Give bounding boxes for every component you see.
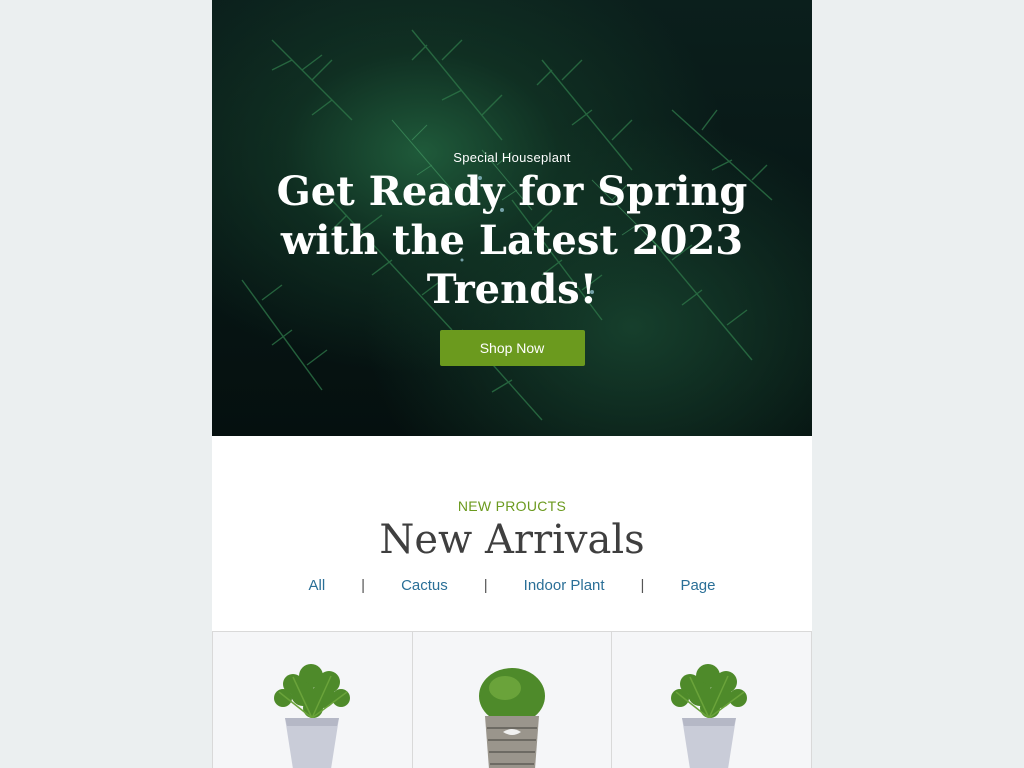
new-arrivals-section: NEW PROUCTS New Arrivals All | Cactus | … bbox=[212, 436, 812, 631]
product-card[interactable] bbox=[611, 632, 812, 768]
filter-separator: | bbox=[640, 577, 645, 594]
potted-plant-white-pot-icon bbox=[274, 664, 350, 768]
product-card[interactable] bbox=[212, 632, 412, 768]
product-card[interactable] bbox=[411, 632, 612, 768]
filter-separator: | bbox=[361, 577, 366, 594]
hero-content: Special Houseplant Get Ready for Spring … bbox=[212, 150, 812, 366]
hero-eyebrow: Special Houseplant bbox=[453, 150, 571, 165]
filter-cactus-link[interactable]: Cactus bbox=[401, 577, 448, 594]
email-container: Special Houseplant Get Ready for Spring … bbox=[212, 0, 812, 768]
filter-all-link[interactable]: All bbox=[308, 577, 325, 594]
category-filter-nav: All | Cactus | Indoor Plant | Page bbox=[212, 577, 812, 594]
potted-plant-wicker-basket-icon bbox=[478, 668, 545, 768]
hero-title: Get Ready for Spring with the Latest 202… bbox=[276, 168, 748, 313]
section-title: New Arrivals bbox=[379, 517, 645, 563]
section-eyebrow: NEW PROUCTS bbox=[457, 498, 567, 514]
potted-plant-white-pot-icon bbox=[671, 664, 748, 768]
product-grid bbox=[212, 631, 812, 768]
hero-banner: Special Houseplant Get Ready for Spring … bbox=[212, 0, 812, 436]
shop-now-button[interactable]: Shop Now bbox=[439, 330, 585, 366]
filter-separator: | bbox=[483, 577, 488, 594]
filter-page-link[interactable]: Page bbox=[680, 577, 715, 594]
filter-indoor-plant-link[interactable]: Indoor Plant bbox=[524, 577, 605, 594]
